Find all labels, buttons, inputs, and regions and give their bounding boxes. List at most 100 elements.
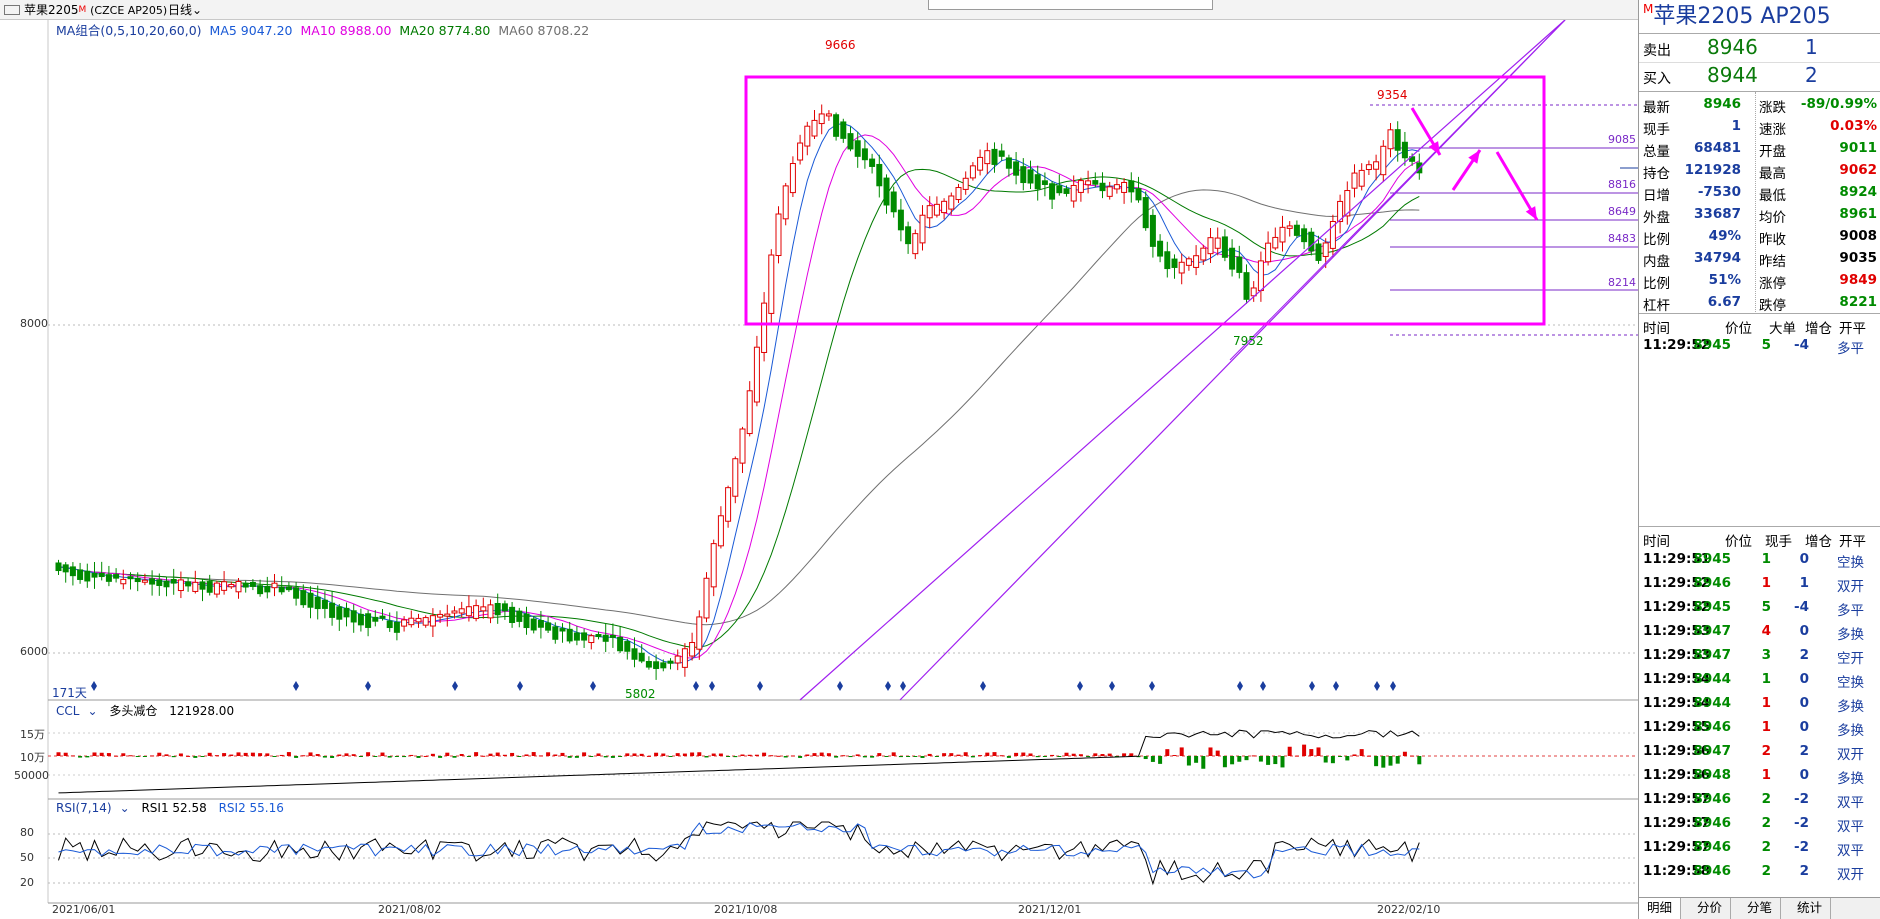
tick-row[interactable]: 11:29:57 8946 2 -2 双平 xyxy=(1639,788,1880,812)
ccl-bar xyxy=(409,754,414,756)
rsi-name[interactable]: RSI(7,14) xyxy=(56,801,112,815)
stat-value: 51% xyxy=(1708,272,1741,288)
tick-qty: 2 xyxy=(1761,791,1771,807)
tick-row[interactable]: 11:29:52 8945 5 -4 多平 xyxy=(1639,596,1880,620)
candle xyxy=(69,562,76,586)
candle xyxy=(753,335,760,407)
tick-change: 0 xyxy=(1799,719,1809,735)
ccl-bar xyxy=(142,756,147,757)
ccl-bar xyxy=(423,755,428,757)
ccl-bar xyxy=(1266,756,1271,765)
tick-qty: 1 xyxy=(1761,695,1771,711)
ccl-bar xyxy=(164,754,169,756)
ccl-bar xyxy=(1064,752,1069,756)
window-icon[interactable] xyxy=(4,5,20,15)
ticks-header: 时间 价位 现手 增仓 开平 xyxy=(1639,526,1880,550)
tick-price: 8946 xyxy=(1693,575,1731,591)
tick-price: 8946 xyxy=(1693,815,1731,831)
candle xyxy=(487,599,494,624)
ccl-bar xyxy=(1280,756,1285,768)
candle xyxy=(746,381,753,437)
stat-label: 速涨 xyxy=(1759,122,1786,138)
stat-label: 现手 xyxy=(1643,122,1670,138)
stat-label: 跌停 xyxy=(1759,298,1786,314)
ccl-legend[interactable]: CCL ⌄ 多头减仓 121928.00 xyxy=(56,702,242,719)
candle xyxy=(948,192,955,215)
ccl-bar xyxy=(402,756,407,758)
big-order-row[interactable]: 11:29:52 8945 5 -4 多平 xyxy=(1639,334,1880,358)
ccl-bar xyxy=(186,755,191,757)
ma10-value: MA10 8988.00 xyxy=(300,23,392,38)
signal-marker xyxy=(1374,681,1380,691)
period-selector[interactable]: 日线⌄ xyxy=(168,0,202,20)
level-label: 8649 xyxy=(1608,205,1636,218)
rsi-legend[interactable]: RSI(7,14) ⌄ RSI1 52.58 RSI2 55.16 xyxy=(56,801,292,815)
tick-row[interactable]: 11:29:57 8946 2 -2 双平 xyxy=(1639,836,1880,860)
stat-label: 开盘 xyxy=(1759,144,1786,160)
ccl-bar xyxy=(625,753,630,756)
candle xyxy=(264,576,271,599)
command-input[interactable] xyxy=(928,0,1213,10)
ccl-bar xyxy=(1021,752,1026,756)
stat-value: 8961 xyxy=(1839,206,1877,222)
signal-marker xyxy=(1109,681,1115,691)
candle xyxy=(530,616,537,634)
tab-price[interactable]: 分价 xyxy=(1689,898,1732,919)
ccl-bar xyxy=(1194,756,1199,763)
tick-row[interactable]: 11:29:54 8944 1 0 多换 xyxy=(1639,692,1880,716)
tick-row[interactable]: 11:29:53 8947 4 0 多换 xyxy=(1639,620,1880,644)
tick-price: 8944 xyxy=(1693,671,1731,687)
ccl-bar xyxy=(1302,744,1307,756)
ccl-bar xyxy=(618,756,623,757)
tick-type: 空开 xyxy=(1837,651,1864,667)
ccl-bar xyxy=(330,756,335,758)
tick-row[interactable]: 11:29:53 8947 3 2 空开 xyxy=(1639,644,1880,668)
ccl-bar xyxy=(1150,756,1155,762)
candle xyxy=(782,182,789,226)
ma-legend[interactable]: MA组合(0,5,10,20,60,0) MA5 9047.20 MA10 8988… xyxy=(56,20,597,39)
candle xyxy=(1243,264,1250,304)
tab-detail[interactable]: 明细 xyxy=(1639,898,1682,919)
ccl-name[interactable]: CCL xyxy=(56,704,79,718)
candle xyxy=(1272,227,1279,251)
candle xyxy=(761,292,768,362)
tick-row[interactable]: 11:29:58 8946 2 2 双开 xyxy=(1639,860,1880,884)
chart-area[interactable]: 苹果2205M (CZCE AP205) 日线⌄ MA组合(0,5,10,20,… xyxy=(0,0,1638,919)
tick-row[interactable]: 11:29:57 8946 2 -2 双平 xyxy=(1639,812,1880,836)
kline-chart-canvas[interactable] xyxy=(0,0,1638,919)
tick-row[interactable]: 11:29:55 8946 1 0 多换 xyxy=(1639,716,1880,740)
sell-quote-row[interactable]: 卖出 8946 1 xyxy=(1639,35,1880,62)
signal-markers xyxy=(91,681,1396,691)
tick-qty: 2 xyxy=(1761,863,1771,879)
tick-row[interactable]: 11:29:56 8948 1 0 多换 xyxy=(1639,764,1880,788)
signal-marker xyxy=(452,681,458,691)
tick-row[interactable]: 11:29:56 8947 2 2 双开 xyxy=(1639,740,1880,764)
panel-title[interactable]: M苹果2205 AP205 xyxy=(1639,0,1880,34)
symbol-label[interactable]: 苹果2205M (CZCE AP205) xyxy=(24,0,167,21)
ccl-y-label: 10万 xyxy=(20,751,45,764)
tick-row[interactable]: 11:29:51 8945 1 0 空换 xyxy=(1639,548,1880,572)
tab-stats[interactable]: 统计 xyxy=(1789,898,1832,919)
candle xyxy=(797,134,804,165)
tick-row[interactable]: 11:29:54 8944 1 0 空换 xyxy=(1639,668,1880,692)
ccl-bar xyxy=(812,753,817,756)
ccl-bar xyxy=(1071,753,1076,756)
ccl-bar xyxy=(1028,753,1033,756)
candle xyxy=(1034,165,1041,201)
quote-panel: M苹果2205 AP205 卖出 8946 1 买入 8944 2 最新 8946… xyxy=(1638,0,1880,919)
ma10-line xyxy=(58,134,1420,659)
stat-value: 8924 xyxy=(1839,184,1877,200)
stat-label: 持仓 xyxy=(1643,166,1670,182)
exchange-code: (CZCE AP205) xyxy=(90,4,168,17)
tick-type: 多换 xyxy=(1837,627,1864,643)
candle xyxy=(962,171,969,195)
tick-price: 8946 xyxy=(1693,839,1731,855)
signal-marker xyxy=(293,681,299,691)
tab-ticks[interactable]: 分笔 xyxy=(1739,898,1782,919)
x-axis-label: 2021/06/01 xyxy=(52,903,116,916)
ma-group-label[interactable]: MA组合(0,5,10,20,60,0) xyxy=(56,23,202,38)
tick-row[interactable]: 11:29:52 8946 1 1 双开 xyxy=(1639,572,1880,596)
buy-quote-row[interactable]: 买入 8944 2 xyxy=(1639,62,1880,89)
stat-value: 8946 xyxy=(1703,96,1741,112)
candle xyxy=(732,456,739,504)
